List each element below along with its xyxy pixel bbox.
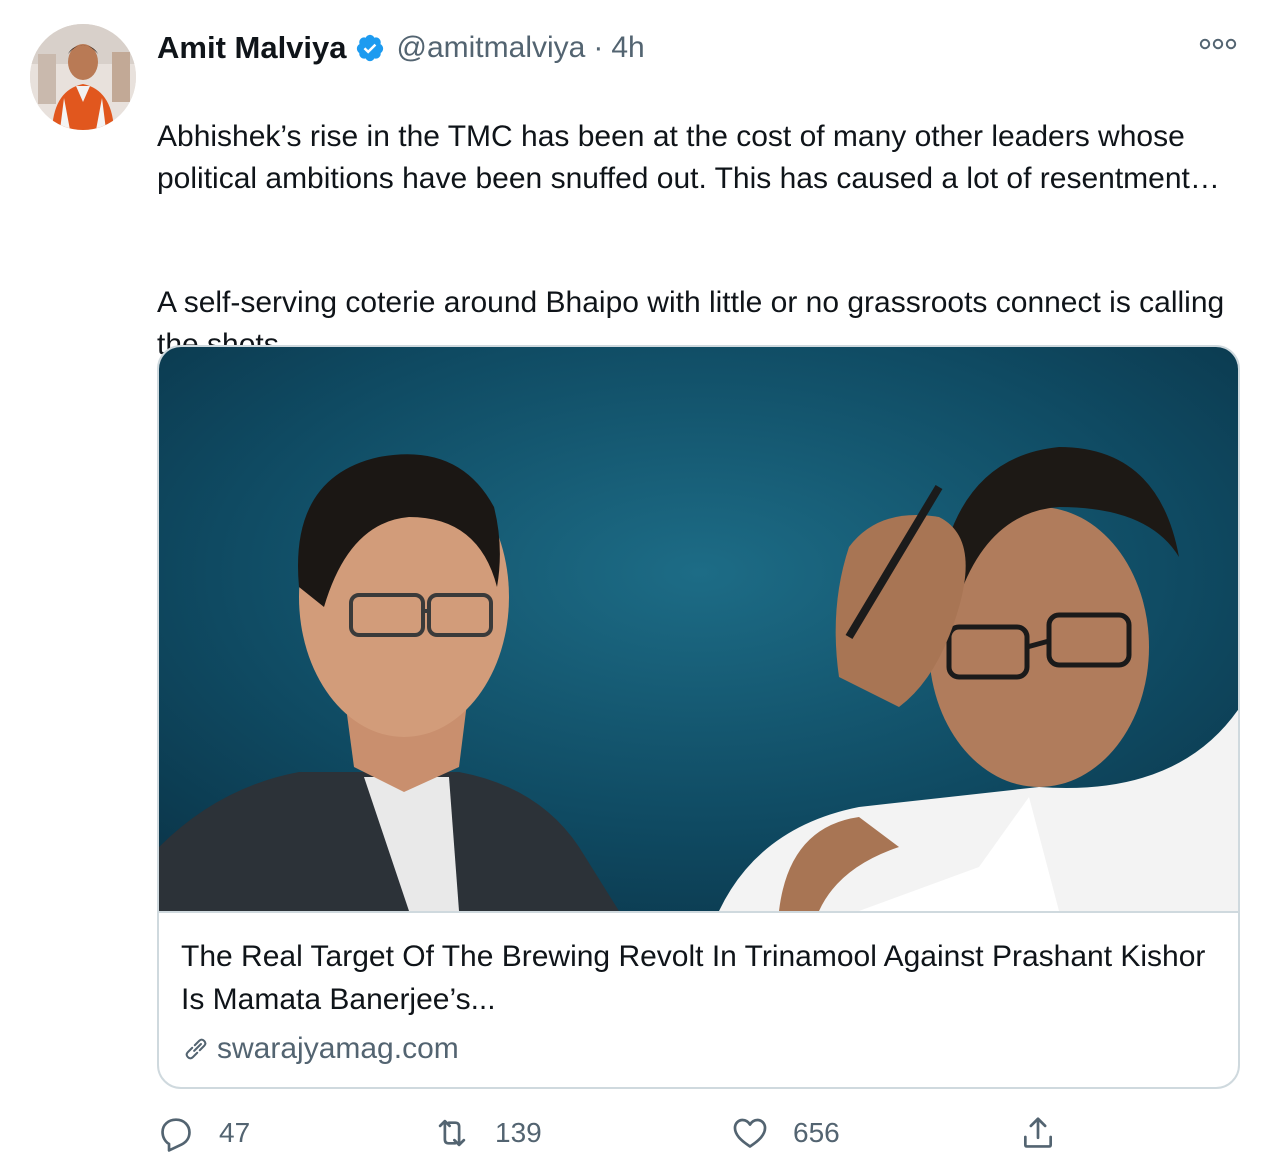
share-icon bbox=[1023, 1117, 1053, 1148]
card-image bbox=[159, 347, 1238, 911]
link-icon bbox=[185, 1038, 207, 1060]
retweet-count: 139 bbox=[495, 1117, 542, 1148]
author-avatar[interactable] bbox=[30, 24, 136, 130]
tweet-paragraph-1: Abhishek’s rise in the TMC has been at t… bbox=[157, 120, 1220, 195]
link-preview-card[interactable]: The Real Target Of The Brewing Revolt In… bbox=[157, 345, 1240, 1089]
reply-icon bbox=[161, 1118, 191, 1152]
retweet-button[interactable]: 139 bbox=[433, 1110, 542, 1156]
card-domain-text: swarajyamag.com bbox=[217, 1032, 459, 1065]
author-handle[interactable]: @amitmalviya bbox=[397, 31, 586, 65]
card-domain[interactable]: swarajyamag.com bbox=[181, 1029, 459, 1069]
card-divider bbox=[159, 911, 1238, 913]
separator-dot: · bbox=[593, 31, 604, 64]
reply-button[interactable]: 47 bbox=[157, 1110, 250, 1156]
avatar-photo bbox=[30, 24, 136, 130]
tweet-time[interactable]: 4h bbox=[611, 31, 644, 65]
tweet: Amit Malviya @amitmalviya · 4h Abhishek’… bbox=[0, 0, 1280, 1176]
like-count: 656 bbox=[793, 1117, 840, 1148]
verified-badge-icon bbox=[355, 33, 385, 63]
card-title[interactable]: The Real Target Of The Brewing Revolt In… bbox=[181, 935, 1211, 1021]
heart-icon bbox=[733, 1118, 767, 1148]
tweet-actions: 47 139 656 bbox=[157, 1110, 1077, 1156]
reply-count: 47 bbox=[219, 1117, 251, 1148]
more-icon bbox=[1199, 38, 1237, 50]
more-options-button[interactable] bbox=[1196, 30, 1240, 58]
like-button[interactable]: 656 bbox=[731, 1110, 840, 1156]
tweet-header: Amit Malviya @amitmalviya · 4h bbox=[157, 28, 645, 68]
retweet-icon bbox=[438, 1119, 466, 1147]
share-button[interactable] bbox=[1019, 1110, 1057, 1156]
author-name[interactable]: Amit Malviya bbox=[157, 30, 347, 66]
